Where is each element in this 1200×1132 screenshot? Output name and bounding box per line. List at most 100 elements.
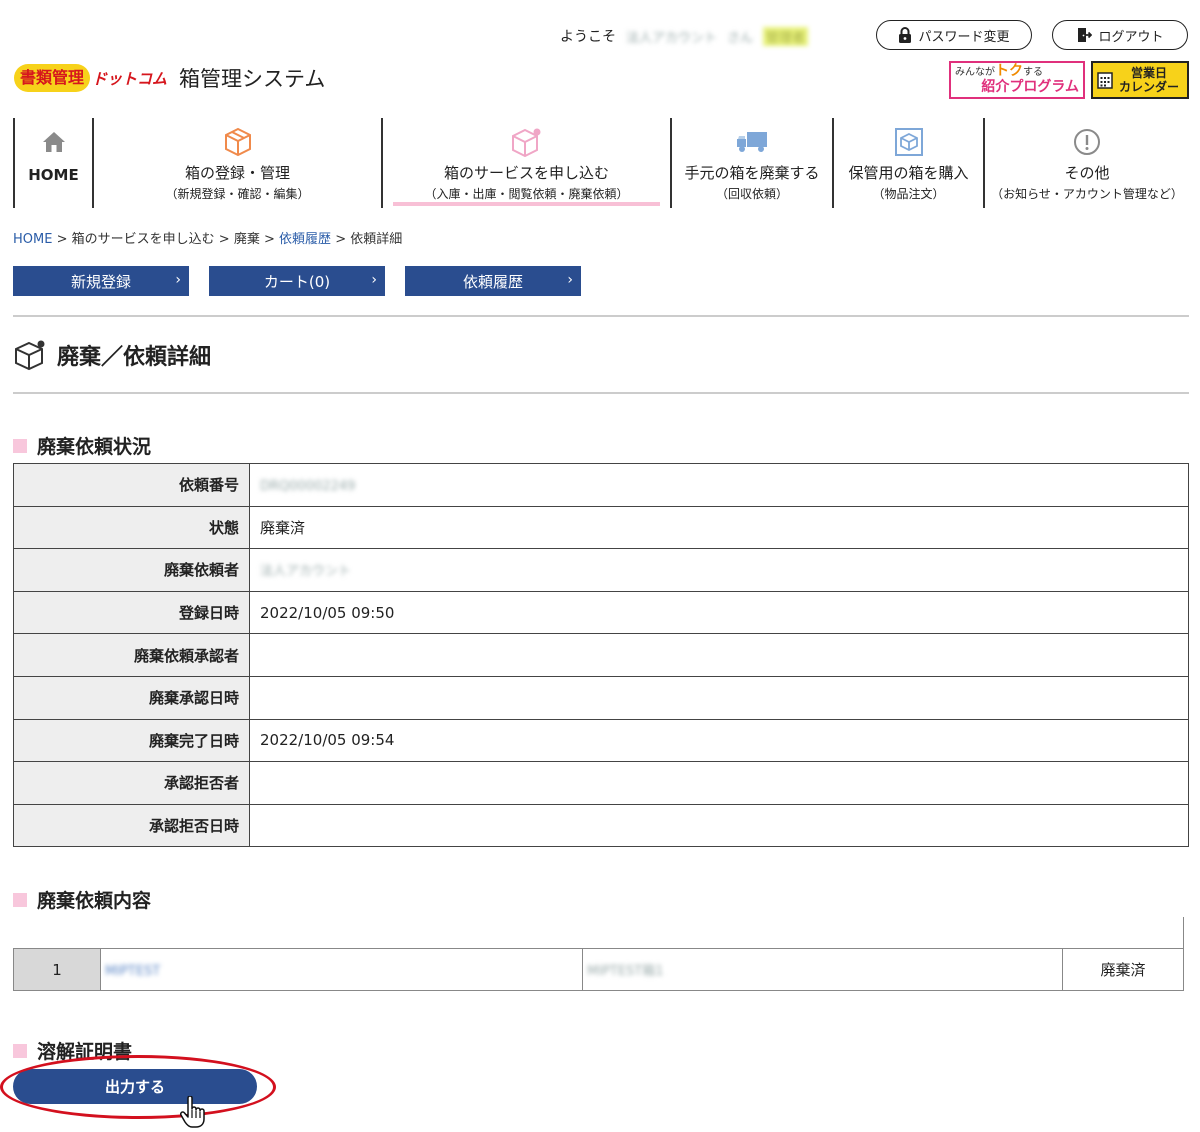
row-key: 廃棄依頼者 <box>13 548 250 592</box>
breadcrumb-service: 箱のサービスを申し込む <box>71 232 215 247</box>
referral-tagline-b: トク <box>995 63 1023 79</box>
nav-home[interactable]: HOME <box>13 118 92 208</box>
row-key: 廃棄完了日時 <box>13 718 250 763</box>
nav-other-label: その他 <box>1064 164 1110 182</box>
row-key: 依頼番号 <box>13 463 250 507</box>
info-alert-icon <box>1074 129 1100 155</box>
page-title-text: 廃棄／依頼詳細 <box>57 345 212 370</box>
nav-purchase-sub: （物品注文） <box>872 187 945 201</box>
breadcrumb-sep: > <box>218 232 230 247</box>
nav-purchase-label: 保管用の箱を購入 <box>848 164 969 182</box>
content-table: 1 MIPTEST MIPTEST箱1 廃棄済 <box>13 948 1184 991</box>
divider <box>13 392 1189 394</box>
logout-button[interactable]: ログアウト <box>1052 20 1188 50</box>
row-value <box>249 761 1189 805</box>
box-id-cell: MIPTEST <box>100 948 583 991</box>
table-row: 登録日時 2022/10/05 09:50 <box>13 590 1189 635</box>
hand-cursor-icon <box>180 1096 205 1128</box>
row-value: 法人アカウント <box>249 548 1189 592</box>
logout-label: ログアウト <box>1098 29 1164 45</box>
table-row: 依頼番号 DRQ00002249 <box>13 463 1189 507</box>
breadcrumb-history[interactable]: 依頼履歴 <box>279 232 331 247</box>
referral-tagline: みんながトクする <box>955 63 1079 79</box>
row-key: 廃棄依頼承認者 <box>13 633 250 677</box>
table-row: 承認拒否者 <box>13 761 1189 805</box>
table-row: 状態 廃棄済 <box>13 505 1189 550</box>
output-certificate-button[interactable]: 出力する <box>13 1069 257 1104</box>
row-key: 承認拒否者 <box>13 761 250 805</box>
referral-program-banner[interactable]: みんながトクする 紹介プログラム <box>949 61 1085 99</box>
row-value: 廃棄済 <box>249 505 1189 550</box>
main-nav: HOME 箱の登録・管理 （新規登録・確認・編集） 箱のサービスを申し込む （入… <box>13 118 1189 208</box>
logo-dotcom: ドットコム <box>92 69 168 88</box>
password-change-button[interactable]: パスワード変更 <box>876 20 1032 50</box>
content-section-title: 廃棄依頼内容 <box>37 890 152 912</box>
row-key: 状態 <box>13 505 250 550</box>
table-row: 廃棄依頼者 法人アカウント <box>13 548 1189 592</box>
nav-other[interactable]: その他 （お知らせ・アカウント管理など） <box>983 118 1189 208</box>
breadcrumb-sep: > <box>264 232 275 247</box>
nav-dispose-sub: （回収依頼） <box>715 187 788 201</box>
section-marker <box>13 892 27 907</box>
user-name: 法人アカウント <box>626 30 718 46</box>
site-logo[interactable]: 書類管理 ドットコム 箱管理システム <box>14 60 325 96</box>
calendar-label-line1: 営業日 <box>1131 66 1168 80</box>
nav-box-service[interactable]: 箱のサービスを申し込む （入庫・出庫・閲覧依頼・廃棄依頼） <box>381 118 670 208</box>
nav-box-register-label: 箱の登録・管理 <box>184 164 290 182</box>
nav-other-sub: （お知らせ・アカウント管理など） <box>991 187 1183 201</box>
calendar-label-line2: カレンダー <box>1119 80 1180 94</box>
breadcrumb: HOME > 箱のサービスを申し込む > 廃棄 > 依頼履歴 > 依頼詳細 <box>13 228 402 247</box>
divider <box>13 315 1189 317</box>
status-section-heading: 廃棄依頼状況 <box>13 432 151 459</box>
chevron-right-icon: › <box>175 272 181 288</box>
row-key: 承認拒否日時 <box>13 803 250 848</box>
password-change-label: パスワード変更 <box>918 29 1010 45</box>
box-id-link[interactable]: MIPTEST <box>105 964 160 979</box>
breadcrumb-sep: > <box>335 232 347 247</box>
table-edge <box>1183 917 1184 948</box>
requester-name: 法人アカウント <box>260 564 352 580</box>
nav-purchase-boxes[interactable]: 保管用の箱を購入 （物品注文） <box>832 118 983 208</box>
nav-dispose-boxes[interactable]: 手元の箱を廃棄する （回収依頼） <box>670 118 832 208</box>
welcome-label: ようこそ <box>560 29 616 45</box>
truck-icon <box>737 132 767 152</box>
request-history-button[interactable]: 依頼履歴 › <box>405 266 581 296</box>
business-calendar-button[interactable]: 営業日 カレンダー <box>1091 61 1189 99</box>
row-index: 1 <box>13 948 101 991</box>
row-value <box>249 803 1189 848</box>
request-number: DRQ00002249 <box>260 478 356 494</box>
status-table: 依頼番号 DRQ00002249 状態 廃棄済 廃棄依頼者 法人アカウント 登録… <box>13 463 1189 848</box>
breadcrumb-current: 依頼詳細 <box>350 232 403 247</box>
certificate-section-heading: 溶解証明書 <box>13 1037 132 1064</box>
logo-mark: 書類管理 <box>14 64 91 92</box>
new-register-button[interactable]: 新規登録 › <box>13 266 189 296</box>
section-marker <box>13 1043 27 1058</box>
certificate-section-title: 溶解証明書 <box>37 1041 133 1063</box>
referral-tagline-a: みんなが <box>955 67 995 78</box>
cart-button[interactable]: カート(0) › <box>209 266 385 296</box>
chevron-right-icon: › <box>567 272 573 288</box>
referral-tagline-c: する <box>1023 67 1043 78</box>
box-request-icon <box>511 128 540 157</box>
storage-box-icon <box>894 128 923 156</box>
row-value: 2022/10/05 09:50 <box>249 590 1189 635</box>
logout-icon <box>1078 28 1093 42</box>
page-title: 廃棄／依頼詳細 <box>13 338 211 372</box>
home-icon <box>42 132 65 152</box>
nav-box-service-sub: （入庫・出庫・閲覧依頼・廃棄依頼） <box>424 187 629 201</box>
nav-dispose-label: 手元の箱を廃棄する <box>684 164 820 182</box>
table-row: 承認拒否日時 <box>13 803 1189 848</box>
welcome-message: ようこそ 法人アカウント さん 管理者 <box>560 26 809 46</box>
referral-title: 紹介プログラム <box>981 79 1079 95</box>
nav-box-register[interactable]: 箱の登録・管理 （新規登録・確認・編集） <box>92 118 381 208</box>
breadcrumb-home[interactable]: HOME <box>13 232 52 247</box>
box-outline-icon <box>15 340 45 371</box>
user-role-badge: 管理者 <box>763 26 809 46</box>
nav-box-service-label: 箱のサービスを申し込む <box>443 164 609 182</box>
row-key: 廃棄承認日時 <box>13 675 250 720</box>
table-row: 廃棄承認日時 <box>13 675 1189 720</box>
status-section-title: 廃棄依頼状況 <box>37 436 152 458</box>
table-row: 廃棄完了日時 2022/10/05 09:54 <box>13 718 1189 763</box>
row-value: DRQ00002249 <box>249 463 1189 507</box>
box-name: MIPTEST箱1 <box>587 964 664 979</box>
